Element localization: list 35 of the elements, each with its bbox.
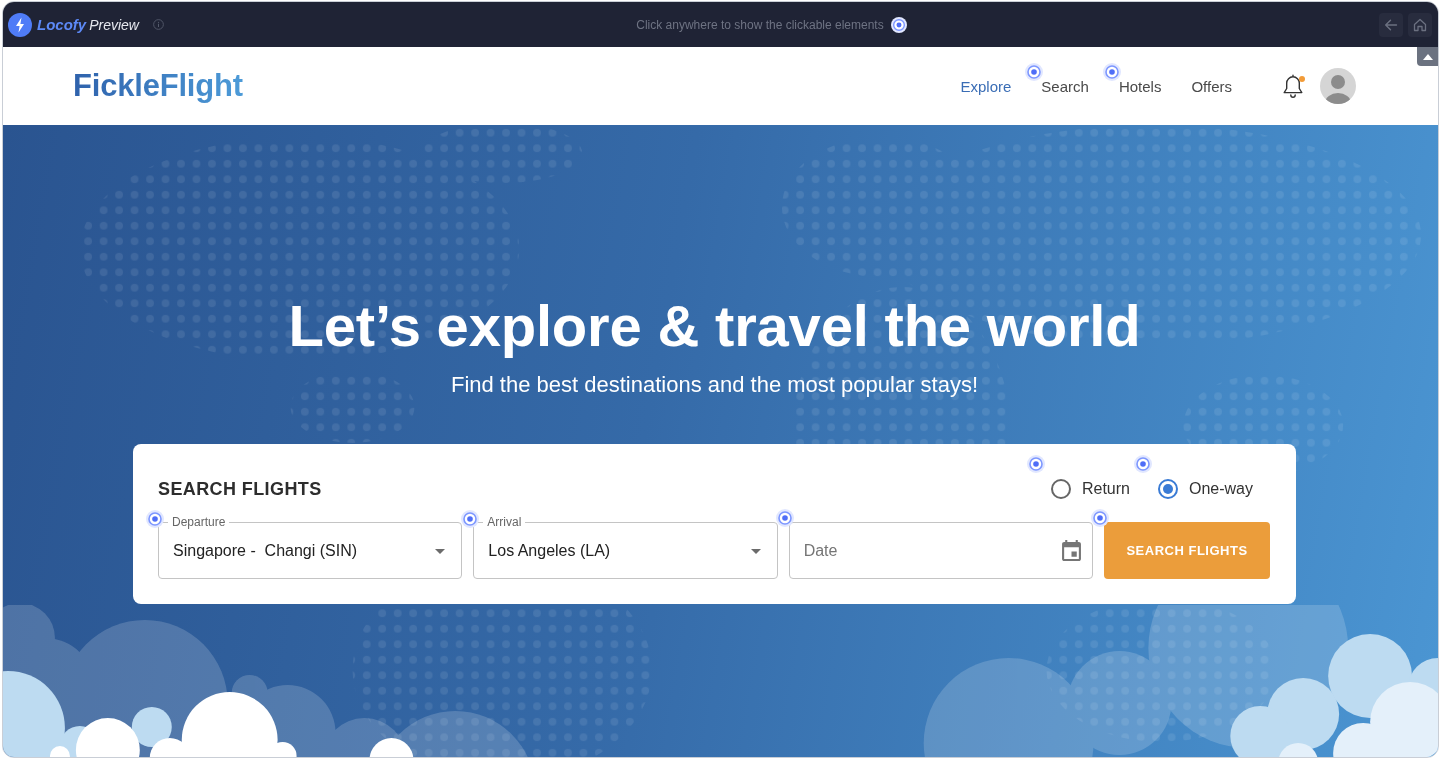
dropdown-field[interactable]: Departure Singapore - Changi (SIN) xyxy=(158,515,463,579)
preview-label: Preview xyxy=(89,16,139,33)
caret-down-icon xyxy=(750,548,761,554)
nav-link[interactable]: Search xyxy=(1041,77,1089,95)
radio-button[interactable] xyxy=(1157,479,1178,499)
caret-up-icon xyxy=(1422,53,1433,60)
caret-down-icon xyxy=(435,548,446,554)
calendar-icon[interactable] xyxy=(1062,540,1081,561)
home-button[interactable] xyxy=(1408,12,1432,37)
brand-name: Locofy xyxy=(37,16,87,33)
hero-subtitle: Find the best destinations and the most popular stays! xyxy=(450,371,979,399)
home-icon xyxy=(1413,17,1427,32)
radio-label[interactable]: Return xyxy=(1081,480,1130,498)
bell-icon[interactable] xyxy=(1282,74,1304,98)
scroll-up-button[interactable] xyxy=(1417,47,1438,66)
field-value: Singapore - Changi (SIN) xyxy=(173,542,358,560)
hotspot-icon xyxy=(890,16,907,33)
info-icon[interactable] xyxy=(152,19,164,30)
field-label: Departure xyxy=(171,515,227,529)
lightning-bolt-icon xyxy=(8,12,32,37)
radio-label[interactable]: One-way xyxy=(1188,480,1253,498)
nav-link[interactable]: Hotels xyxy=(1118,77,1162,95)
dropdown-field[interactable]: Arrival Los Angeles (LA) xyxy=(473,515,778,579)
hint-text: Click anywhere to show the clickable elements xyxy=(636,17,884,32)
field-label: Arrival xyxy=(486,515,523,529)
back-button[interactable] xyxy=(1379,12,1403,37)
search-card-title: SEARCH FLIGHTS xyxy=(158,478,322,500)
hero-title: Let’s explore & travel the world xyxy=(288,292,1141,360)
field-value: Los Angeles (LA) xyxy=(488,542,611,560)
radio-button[interactable] xyxy=(1050,479,1071,499)
nav-link[interactable]: Explore xyxy=(960,77,1012,95)
arrow-left-icon xyxy=(1384,17,1398,32)
avatar-icon[interactable] xyxy=(1320,68,1356,104)
date-field[interactable]: Date xyxy=(788,522,1093,579)
nav-link[interactable]: Offers xyxy=(1191,77,1232,95)
